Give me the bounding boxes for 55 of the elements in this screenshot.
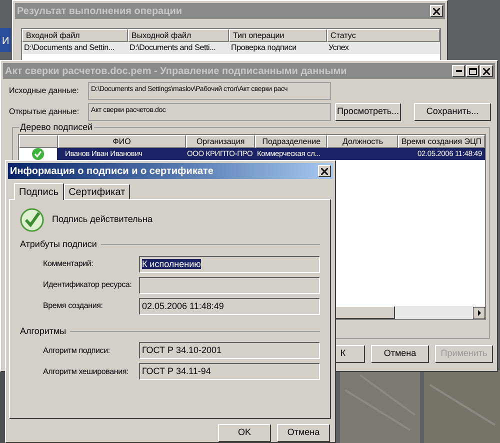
column-header[interactable] — [19, 135, 58, 148]
close-icon — [433, 8, 440, 14]
field-label: Исходные данные: — [9, 85, 80, 97]
table-cell: Успех — [326, 42, 440, 54]
column-header[interactable]: Организация — [186, 135, 256, 148]
field-label: Алгоритм хеширования: — [43, 366, 130, 378]
dialog-button[interactable]: Отмена — [277, 424, 330, 442]
text-field[interactable] — [138, 276, 320, 294]
section-title: Атрибуты подписи — [20, 238, 97, 251]
maximize-icon — [468, 68, 476, 74]
dialog-button[interactable]: Отмена — [371, 345, 429, 363]
table-cell: D:\Documents and Setti... — [128, 42, 230, 54]
field-value: ГОСТ Р 34.10-2001 — [142, 345, 222, 355]
text-field[interactable]: ГОСТ Р 34.11-94 — [138, 363, 320, 380]
minimize-icon — [456, 70, 462, 72]
column-header[interactable]: Статус — [326, 29, 440, 42]
column-header[interactable]: Подразделение — [255, 135, 328, 148]
group-title: Дерево подписей — [19, 121, 94, 133]
field-label: Комментарий: — [43, 258, 94, 270]
tab[interactable]: Подпись — [14, 183, 64, 200]
table-cell: D:\Documents and Settin... — [22, 42, 128, 54]
window-title: Результат выполнения операции — [17, 4, 182, 18]
column-header[interactable]: Время создания ЭЦП — [398, 135, 485, 148]
window-title: Акт сверки расчетов.doc.pem - Управление подписанными данными — [5, 64, 347, 78]
column-header[interactable]: Должность — [327, 135, 398, 148]
text-field[interactable]: ГОСТ Р 34.10-2001 — [138, 342, 320, 359]
text-field[interactable]: К исполнению — [138, 256, 320, 272]
minimize-button[interactable] — [452, 65, 465, 77]
table-cell: Проверка подписи — [229, 42, 327, 54]
field-value: 02.05.2006 11:48:49 — [142, 300, 224, 310]
field-value: ГОСТ Р 34.11-94 — [142, 366, 211, 376]
column-header[interactable]: Входной файл — [22, 29, 128, 42]
field-label: Время создания: — [43, 300, 104, 312]
dialog-button[interactable]: OK — [218, 424, 271, 442]
close-icon — [483, 68, 490, 74]
text-field[interactable]: 02.05.2006 11:48:49 — [138, 298, 320, 314]
field-label: Алгоритм подписи: — [43, 344, 111, 356]
close-button[interactable] — [430, 5, 443, 17]
status-text: Подпись действительна — [52, 213, 152, 226]
field-value: К исполнению — [142, 258, 201, 268]
dialog-button[interactable]: Сохранить... — [414, 103, 491, 121]
column-header[interactable]: ФИО — [58, 135, 186, 148]
close-button[interactable] — [318, 165, 331, 177]
tab[interactable]: Сертификат — [64, 184, 130, 199]
section-title: Алгоритмы — [20, 324, 66, 338]
column-header[interactable]: Выходной файл — [128, 29, 230, 42]
field-label: Идентификатор ресурса: — [43, 279, 133, 291]
field-label: Открытые данные: — [9, 106, 80, 118]
column-header[interactable]: Тип операции — [229, 29, 327, 42]
dialog-button[interactable]: Просмотреть... — [335, 103, 401, 121]
scroll-right-icon[interactable] — [473, 306, 485, 318]
window-title: Информация о подписи и о сертификате — [10, 164, 214, 178]
close-icon — [321, 168, 328, 174]
close-button[interactable] — [480, 65, 493, 77]
maximize-button[interactable] — [466, 65, 479, 77]
